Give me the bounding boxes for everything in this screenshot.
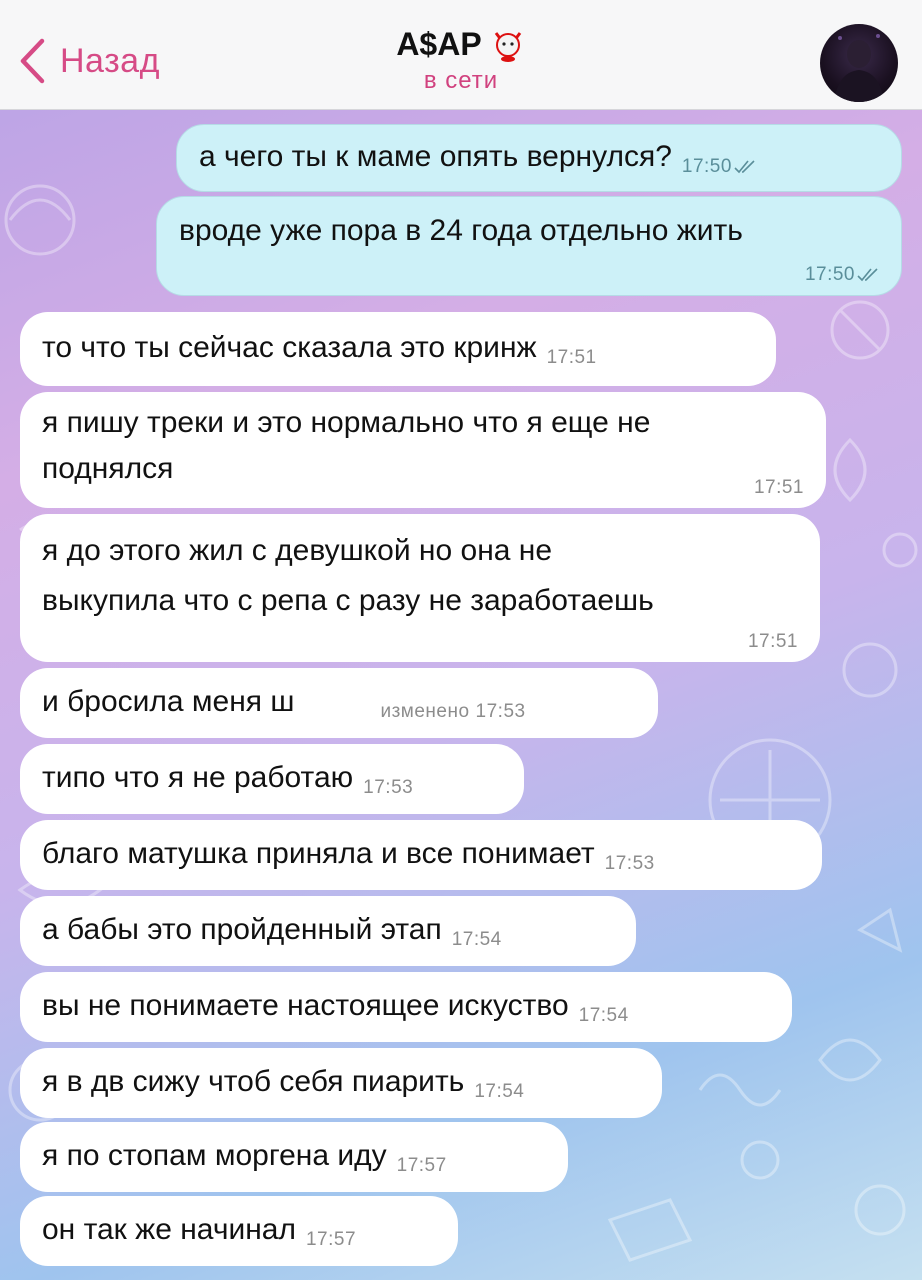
message-time: 17:51: [747, 631, 798, 652]
message-time: 17:57: [396, 1155, 447, 1176]
double-check-icon: [734, 160, 755, 174]
message-text-line1: я до этого жил с девушкой но она не: [42, 534, 553, 567]
message-time: 17:54: [451, 929, 502, 950]
message-time: 17:53: [363, 777, 414, 798]
message-text: вроде уже пора в 24 года отдельно жить: [179, 214, 743, 247]
message-time: 17:51: [753, 477, 804, 498]
message-text: я в дв сижу чтоб себя пиарить: [42, 1065, 465, 1098]
message-incoming[interactable]: я по стопам моргена иду 17:57: [20, 1122, 568, 1192]
message-time: 17:54: [474, 1081, 525, 1102]
message-text: и бросила меня ш: [42, 685, 295, 718]
message-text: вы не понимаете настоящее искуство: [42, 989, 569, 1022]
message-time: 17:57: [305, 1229, 357, 1250]
message-time: 17:51: [546, 347, 597, 368]
devil-emoji-icon: [494, 31, 521, 62]
chat-title-block[interactable]: A$AP в сети: [0, 26, 922, 95]
message-text-line1: я пишу треки и это нормально что я еще н…: [42, 406, 651, 439]
avatar[interactable]: [820, 24, 898, 102]
message-incoming[interactable]: я до этого жил с девушкой но она не выку…: [20, 514, 820, 662]
message-text: а чего ты к маме опять вернулся?: [199, 140, 672, 173]
message-incoming[interactable]: я в дв сижу чтоб себя пиарить 17:54: [20, 1048, 662, 1118]
message-incoming[interactable]: благо матушка приняла и все понимает 17:…: [20, 820, 822, 890]
message-text-line2: поднялся: [42, 452, 174, 485]
message-time: 17:54: [578, 1005, 629, 1026]
redacted-text: [294, 677, 375, 711]
chat-title: A$AP: [396, 26, 482, 62]
message-text: я по стопам моргена иду: [42, 1139, 387, 1172]
chat-header: Назад A$AP в сети: [0, 0, 922, 110]
message-incoming[interactable]: а бабы это пройденный этап 17:54: [20, 896, 636, 966]
message-outgoing[interactable]: а чего ты к маме опять вернулся? 17:50: [176, 124, 902, 192]
message-text: благо матушка приняла и все понимает: [42, 837, 595, 870]
message-text: типо что я не работаю: [42, 761, 354, 794]
message-edited-label: изменено: [380, 701, 470, 722]
message-outgoing[interactable]: вроде уже пора в 24 года отдельно жить 1…: [156, 196, 902, 296]
message-time: 17:53: [604, 853, 655, 874]
message-time: 17:53: [475, 701, 526, 722]
message-incoming[interactable]: и бросила меня ш изменено 17:53: [20, 668, 658, 738]
message-text-line2: выкупила что с репа с разу не заработаеш…: [42, 584, 654, 617]
message-incoming[interactable]: вы не понимаете настоящее искуство 17:54: [20, 972, 792, 1042]
message-time: 17:50: [805, 265, 879, 285]
message-incoming[interactable]: типо что я не работаю 17:53: [20, 744, 524, 814]
double-check-icon: [857, 268, 878, 282]
avatar-photo: [834, 34, 884, 102]
message-incoming[interactable]: он так же начинал 17:57: [20, 1196, 458, 1266]
message-time: 17:50: [682, 141, 756, 193]
message-text: он так же начинал: [42, 1213, 296, 1246]
message-incoming[interactable]: то что ты сейчас сказала это кринж 17:51: [20, 312, 776, 386]
message-text: а бабы это пройденный этап: [42, 913, 442, 946]
message-text: то что ты сейчас сказала это кринж: [42, 331, 537, 364]
online-status: в сети: [423, 67, 499, 94]
message-incoming[interactable]: я пишу треки и это нормально что я еще н…: [20, 392, 826, 508]
